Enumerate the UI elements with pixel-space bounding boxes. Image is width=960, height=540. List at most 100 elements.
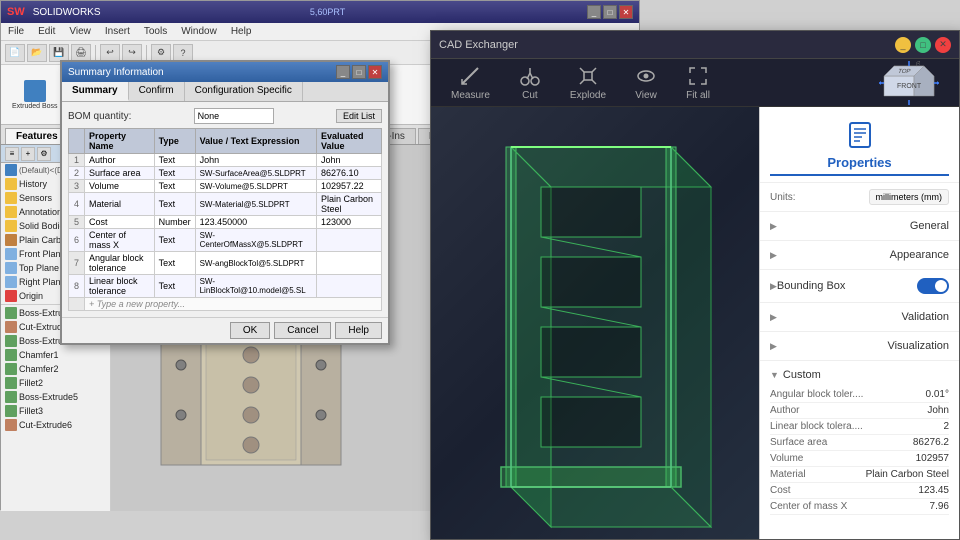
tree-cut-extrude6[interactable]: Cut-Extrude6 xyxy=(1,418,110,432)
tb-undo[interactable]: ↩ xyxy=(100,44,120,62)
cad-part-svg xyxy=(451,127,759,539)
summary-close[interactable]: ✕ xyxy=(368,65,382,79)
summary-ok-btn[interactable]: OK xyxy=(230,322,270,339)
tb-print[interactable]: 🖨 xyxy=(71,44,91,62)
sidebar-btn-1[interactable]: ≡ xyxy=(5,147,19,161)
validation-label: Validation xyxy=(902,311,950,323)
tool-explode-label: Explode xyxy=(570,90,606,101)
prop-centerx-value: 7.96 xyxy=(930,501,949,512)
tb-help[interactable]: ? xyxy=(173,44,193,62)
menu-help[interactable]: Help xyxy=(228,25,255,38)
menu-tools[interactable]: Tools xyxy=(141,25,170,38)
tree-chamfer1[interactable]: Chamfer1 xyxy=(1,348,110,362)
sw-close-btn[interactable]: ✕ xyxy=(619,5,633,19)
front-plane-icon xyxy=(5,248,17,260)
cut-extrude6-icon xyxy=(5,419,17,431)
table-row[interactable]: 1 Author Text John John xyxy=(69,154,382,167)
summary-help-btn[interactable]: Help xyxy=(335,322,382,339)
tree-fillet2[interactable]: Fillet2 xyxy=(1,376,110,390)
table-row[interactable]: 2 Surface area Text SW-SurfaceArea@5.SLD… xyxy=(69,167,382,180)
cad-close-btn[interactable]: ✕ xyxy=(935,37,951,53)
cad-titlebar: CAD Exchanger _ □ ✕ xyxy=(431,31,959,59)
tb-options[interactable]: ⚙ xyxy=(151,44,171,62)
summary-bom-input[interactable] xyxy=(194,108,274,124)
ribbon-group-features: Extruded Boss xyxy=(5,67,66,122)
section-general-row[interactable]: ▶ General xyxy=(770,216,949,236)
summary-tab-summary[interactable]: Summary xyxy=(62,82,129,101)
prop-centerx-label: Center of mass X xyxy=(770,501,847,512)
sidebar-btn-3[interactable]: ⚙ xyxy=(37,147,51,161)
section-appearance: ▶ Appearance xyxy=(760,241,959,270)
nav-cube[interactable]: FRONT TOP R xyxy=(879,61,939,105)
tb-open[interactable]: 📂 xyxy=(27,44,47,62)
menu-view[interactable]: View xyxy=(66,25,94,38)
tb-new[interactable]: 📄 xyxy=(5,44,25,62)
prop-linear-label: Linear block tolera.... xyxy=(770,421,863,432)
properties-title: Properties xyxy=(770,155,949,176)
summary-cancel-btn[interactable]: Cancel xyxy=(274,322,331,339)
section-visualization-row[interactable]: ▶ Visualization xyxy=(770,336,949,356)
sw-maximize-btn[interactable]: □ xyxy=(603,5,617,19)
custom-title: Custom xyxy=(783,369,821,381)
summary-tab-config[interactable]: Configuration Specific xyxy=(185,82,303,101)
table-row[interactable]: 4 Material Text SW-Material@5.SLDPRT Pla… xyxy=(69,193,382,216)
tree-fillet3[interactable]: Fillet3 xyxy=(1,404,110,418)
table-row[interactable]: 5 Cost Number 123.450000 123000 xyxy=(69,216,382,229)
summary-minimize[interactable]: _ xyxy=(336,65,350,79)
summary-title: Summary Information xyxy=(68,67,164,78)
tb-save[interactable]: 💾 xyxy=(49,44,69,62)
tool-view-label: View xyxy=(635,90,657,101)
table-row-add[interactable]: + Type a new property... xyxy=(69,298,382,311)
prop-angular-label: Angular block toler.... xyxy=(770,389,863,400)
cad-minimize-btn[interactable]: _ xyxy=(895,37,911,53)
menu-insert[interactable]: Insert xyxy=(102,25,133,38)
sw-minimize-btn[interactable]: _ xyxy=(587,5,601,19)
tool-view[interactable]: View xyxy=(634,64,658,101)
section-validation-row[interactable]: ▶ Validation xyxy=(770,307,949,327)
section-appearance-row[interactable]: ▶ Appearance xyxy=(770,245,949,265)
section-visualization: ▶ Visualization xyxy=(760,332,959,361)
cut-extrude1-icon xyxy=(5,321,17,333)
section-validation: ▶ Validation xyxy=(760,303,959,332)
section-general: ▶ General xyxy=(760,212,959,241)
table-row[interactable]: 7 Angular block tolerance Text SW-angBlo… xyxy=(69,252,382,275)
tree-chamfer2[interactable]: Chamfer2 xyxy=(1,362,110,376)
general-label: General xyxy=(910,220,949,232)
tool-measure[interactable]: Measure xyxy=(451,64,490,101)
table-row[interactable]: 8 Linear block tolerance Text SW-LinBloc… xyxy=(69,275,382,298)
summary-footer: OK Cancel Help xyxy=(62,317,388,343)
tree-boss-extrude5[interactable]: Boss-Extrude5 xyxy=(1,390,110,404)
ribbon-extrude[interactable]: Extruded Boss xyxy=(9,79,61,111)
table-row[interactable]: 3 Volume Text SW-Volume@5.SLDPRT 102957.… xyxy=(69,180,382,193)
table-row[interactable]: 6 Center of mass X Text SW-CenterOfMassX… xyxy=(69,229,382,252)
custom-header[interactable]: ▼ Custom xyxy=(770,365,949,387)
cad-viewport[interactable] xyxy=(431,107,759,539)
prop-row-angular: Angular block toler.... 0.01° xyxy=(770,387,949,403)
prop-linear-value: 2 xyxy=(943,421,949,432)
prop-row-linear: Linear block tolera.... 2 xyxy=(770,419,949,435)
tool-cut[interactable]: Cut xyxy=(518,64,542,101)
tb-redo[interactable]: ↪ xyxy=(122,44,142,62)
sidebar-btn-2[interactable]: + xyxy=(21,147,35,161)
summary-maximize[interactable]: □ xyxy=(352,65,366,79)
summary-edit-btn[interactable]: Edit List xyxy=(336,109,382,123)
menu-window[interactable]: Window xyxy=(178,25,220,38)
menu-file[interactable]: File xyxy=(5,25,27,38)
summary-dialog: Summary Information _ □ ✕ Summary Confir… xyxy=(60,60,390,345)
tool-explode[interactable]: Explode xyxy=(570,64,606,101)
view-icon xyxy=(634,64,658,88)
summary-bom-row: BOM quantity: Edit List xyxy=(68,108,382,124)
bounding-box-toggle[interactable] xyxy=(917,278,949,294)
summary-tab-confirm[interactable]: Confirm xyxy=(129,82,185,101)
sw-window-controls: _ □ ✕ xyxy=(587,5,633,19)
fitall-icon xyxy=(686,64,710,88)
bounding-box-chevron-icon: ▶ xyxy=(770,281,777,292)
general-chevron-icon: ▶ xyxy=(770,221,777,232)
cad-maximize-btn[interactable]: □ xyxy=(915,37,931,53)
history-icon xyxy=(5,178,17,190)
bounding-box-label: Bounding Box xyxy=(777,280,846,292)
tool-fitall[interactable]: Fit all xyxy=(686,64,710,101)
summary-body: BOM quantity: Edit List Property Name Ty… xyxy=(62,102,388,317)
section-bounding-box-row[interactable]: ▶ Bounding Box xyxy=(770,274,949,298)
menu-edit[interactable]: Edit xyxy=(35,25,58,38)
